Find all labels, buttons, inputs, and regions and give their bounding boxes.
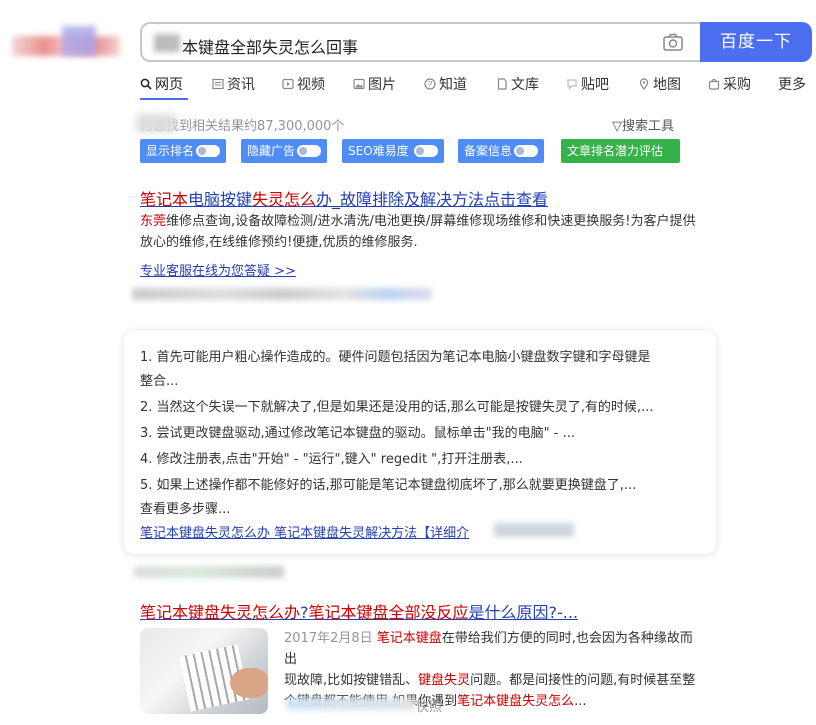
result-date: 2017年2月8日 xyxy=(284,631,373,646)
link-blur-mask xyxy=(494,523,574,537)
snippet-text: 问题。都是间接性的问题,有时候甚至整 xyxy=(470,673,696,688)
snippet-highlight: 东莞 xyxy=(140,214,167,229)
logo-paw-icon xyxy=(62,26,96,56)
tab-tieba[interactable]: 贴吧 xyxy=(566,74,609,94)
snapshot-link[interactable]: 快照 xyxy=(416,696,442,715)
tab-label: 知道 xyxy=(439,77,467,93)
tab-video[interactable]: 视频 xyxy=(282,74,325,94)
card-step: 5. 如果上述操作都不能修好的话,那可能是笔记本键盘彻底坏了,那么就要更换键盘了… xyxy=(140,478,637,493)
video-icon xyxy=(282,78,294,90)
result-title-link[interactable]: 笔记本键盘失灵怎么办?笔记本键盘全部没反应是什么原因?-... xyxy=(140,599,578,623)
tab-web[interactable]: 网页 xyxy=(140,74,183,94)
seo-toolbar: 显示排名 隐藏广告 SEO难易度 备案信息 文章排名潜力评估 > xyxy=(140,139,680,182)
camera-icon[interactable] xyxy=(662,32,684,52)
tieba-icon xyxy=(567,79,577,90)
tab-images[interactable]: 图片 xyxy=(353,74,396,94)
tab-purchase[interactable]: 采购 xyxy=(708,74,751,94)
tab-label: 资讯 xyxy=(227,77,255,93)
tab-more[interactable]: 更多 xyxy=(778,74,806,94)
tab-wenku[interactable]: 文库 xyxy=(496,74,539,94)
tab-label: 贴吧 xyxy=(581,77,609,93)
toggle-switch[interactable] xyxy=(514,145,538,157)
news-icon xyxy=(212,78,224,90)
seo-difficulty-toggle[interactable]: SEO难易度 xyxy=(342,139,444,163)
title-highlight: 笔记本键盘全部没反应 xyxy=(308,603,469,622)
hand-image xyxy=(230,668,268,698)
query-blur-mask xyxy=(154,34,180,52)
search-tools-button[interactable]: ▽搜索工具 xyxy=(612,115,674,134)
seo-toggle-label: 显示排名 xyxy=(146,144,195,158)
tab-label: 更多 xyxy=(778,77,806,93)
result-title-link[interactable]: 笔记本电脑按键失灵怎么办_故障排除及解决方法点击查看 xyxy=(140,186,548,210)
count-blur-mask xyxy=(136,114,176,132)
svg-text:?: ? xyxy=(428,80,433,89)
snippet-text: 放心的维修,在线维修预约!便捷,优质的维修服务. xyxy=(140,235,418,250)
tab-news[interactable]: 资讯 xyxy=(212,74,255,94)
search-input[interactable]: 本键盘全部失灵怎么回事 xyxy=(140,22,702,62)
card-step: 1. 首先可能用户粗心操作造成的。硬件问题包括因为笔记本电脑小键盘数字键和字母键… xyxy=(140,350,651,365)
card-source-link[interactable]: 笔记本键盘失灵怎么办 笔记本键盘失灵解决方法【详细介 xyxy=(140,522,469,541)
snippet-highlight: 笔记本键盘 xyxy=(376,631,442,646)
tab-zhidao[interactable]: ? 知道 xyxy=(424,74,467,94)
title-highlight: 笔记本 xyxy=(140,190,189,209)
tab-label: 图片 xyxy=(368,77,396,93)
map-icon xyxy=(639,78,649,90)
active-tab-indicator xyxy=(140,98,188,100)
image-icon xyxy=(353,78,365,90)
seo-record-info-toggle[interactable]: 备案信息 xyxy=(458,139,544,163)
title-text: ? xyxy=(300,603,309,622)
title-text: 办_故障排除及解决方法点击查看 xyxy=(316,190,549,209)
snippet-highlight: 笔记本键盘失灵怎么 xyxy=(457,694,575,709)
seo-show-rank-toggle[interactable]: 显示排名 xyxy=(140,139,226,163)
search-icon xyxy=(140,78,152,90)
search-button[interactable]: 百度一下 xyxy=(700,22,812,62)
answer-card: 1. 首先可能用户粗心操作造成的。硬件问题包括因为笔记本电脑小键盘数字键和字母键… xyxy=(124,330,716,554)
result-thumbnail[interactable] xyxy=(140,628,268,714)
title-text: 电脑按键 xyxy=(188,190,253,209)
title-text: 是什么原因?-... xyxy=(468,603,579,622)
snippet-highlight: 键盘失灵 xyxy=(418,673,471,688)
funnel-icon: ▽ xyxy=(612,119,622,134)
card-step: 整合... xyxy=(140,374,179,389)
document-icon xyxy=(497,78,507,90)
source-blur-mask xyxy=(286,698,416,710)
title-highlight: 笔记本键盘失灵怎么办 xyxy=(140,603,301,622)
snippet-text: 现故障,比如按键错乱、 xyxy=(284,673,419,688)
baidu-logo[interactable] xyxy=(12,26,120,60)
tab-label: 文库 xyxy=(511,77,539,93)
snippet-text: ... xyxy=(574,694,587,709)
tab-label: 视频 xyxy=(297,77,325,93)
seo-toggle-label: 备案信息 xyxy=(464,144,513,158)
source-blur-mask xyxy=(134,566,284,578)
search-query-text: 本键盘全部失灵怎么回事 xyxy=(182,38,359,57)
seo-toggle-label: SEO难易度 xyxy=(348,144,409,158)
source-blur-mask xyxy=(132,288,432,300)
card-step: 3. 尝试更改键盘驱动,通过修改笔记本键盘的驱动。鼠标单击"我的电脑" - ..… xyxy=(140,426,575,441)
card-step: 4. 修改注册表,点击"开始" - "运行",键入" regedit ",打开注… xyxy=(140,452,523,467)
tab-map[interactable]: 地图 xyxy=(638,74,681,94)
result-sublink[interactable]: 专业客服在线为您答疑 >> xyxy=(140,260,296,279)
tab-label: 采购 xyxy=(723,77,751,93)
see-more-steps[interactable]: 查看更多步骤... xyxy=(140,498,230,517)
purchase-icon xyxy=(708,78,720,90)
result-snippet: 东莞维修点查询,设备故障检测/进水清洗/电池更换/屏幕维修现场维修和快速更换服务… xyxy=(140,211,700,253)
seo-toggle-label: 隐藏广告 xyxy=(247,144,296,158)
seo-ranking-potential-button[interactable]: 文章排名潜力评估 > xyxy=(561,139,680,182)
tab-label: 网页 xyxy=(155,77,183,93)
toggle-switch[interactable] xyxy=(196,145,220,157)
search-tools-label: 搜索工具 xyxy=(622,119,675,134)
title-highlight: 失灵怎么 xyxy=(252,190,317,209)
tab-label: 地图 xyxy=(653,77,681,93)
card-step: 2. 当然这个失误一下就解决了,但是如果还是没用的话,那么可能是按键失灵了,有的… xyxy=(140,400,654,415)
toggle-switch[interactable] xyxy=(297,145,321,157)
snippet-text: 维修点查询,设备故障检测/进水清洗/电池更换/屏幕维修现场维修和快速更换服务!为… xyxy=(166,214,696,229)
seo-hide-ads-toggle[interactable]: 隐藏广告 xyxy=(241,139,327,163)
question-icon: ? xyxy=(424,78,436,90)
toggle-switch[interactable] xyxy=(414,145,438,157)
